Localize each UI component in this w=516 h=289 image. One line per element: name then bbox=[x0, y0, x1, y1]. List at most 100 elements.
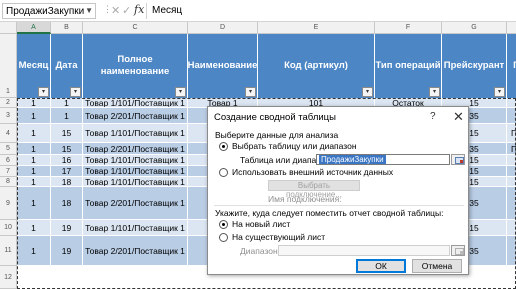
row-header[interactable]: 7 bbox=[0, 166, 17, 177]
row-header[interactable]: 6 bbox=[0, 155, 17, 166]
table-cell[interactable] bbox=[507, 155, 516, 166]
radio-external-source[interactable] bbox=[219, 168, 228, 177]
ok-button[interactable]: ОК bbox=[356, 259, 406, 273]
table-cell[interactable]: 1 bbox=[17, 236, 51, 266]
table-cell[interactable]: 1 bbox=[17, 220, 51, 236]
table-cell[interactable] bbox=[507, 108, 516, 124]
table-header-cell[interactable]: П bbox=[507, 34, 516, 98]
table-cell[interactable]: 1 bbox=[17, 155, 51, 166]
table-cell[interactable]: Товар 1/101/Поставщик 1 bbox=[83, 177, 188, 187]
insert-function-icon[interactable]: fx bbox=[134, 3, 144, 16]
filter-dropdown-icon[interactable]: ▾ bbox=[245, 87, 256, 97]
column-header-c[interactable]: C bbox=[83, 22, 188, 34]
filter-dropdown-icon[interactable]: ▾ bbox=[494, 87, 505, 97]
table-cell[interactable]: Товар 1/101/Поставщик 1 bbox=[83, 166, 188, 177]
row-header[interactable]: 3 bbox=[0, 108, 17, 124]
formula-input[interactable]: Месяц bbox=[146, 3, 516, 19]
table-header-cell[interactable]: Код (артикул) bbox=[258, 34, 375, 98]
table-cell[interactable] bbox=[507, 187, 516, 220]
row-header[interactable]: 1 bbox=[0, 34, 17, 98]
table-cell[interactable]: 16 bbox=[51, 155, 83, 166]
formula-bar: ПродажиЗакупки ▼ ⋮ ✕ ✓ fx Месяц bbox=[0, 0, 516, 22]
choose-connection-button[interactable]: Выбрать подключение... bbox=[268, 180, 360, 199]
table-cell[interactable]: 19 bbox=[51, 236, 83, 266]
row-header[interactable]: 5 bbox=[0, 143, 17, 155]
name-box-value: ПродажиЗакупки bbox=[6, 6, 85, 17]
table-cell[interactable]: 19 bbox=[51, 220, 83, 236]
column-header-b[interactable]: B bbox=[51, 22, 83, 34]
help-icon[interactable]: ? bbox=[430, 111, 436, 122]
table-cell[interactable]: 1 bbox=[17, 108, 51, 124]
table-cell[interactable]: Товар 2/201/Поставщик 1 bbox=[83, 108, 188, 124]
cancel-icon[interactable]: ✕ bbox=[111, 4, 120, 17]
row-header[interactable]: 2 bbox=[0, 98, 17, 108]
dialog-separator bbox=[214, 205, 464, 206]
row-header[interactable]: 11 bbox=[0, 236, 17, 266]
row-header[interactable]: 10 bbox=[0, 220, 17, 236]
option-new-sheet-label: На новый лист bbox=[232, 219, 291, 229]
location-range-input[interactable] bbox=[278, 245, 450, 256]
radio-existing-sheet[interactable] bbox=[219, 233, 228, 242]
dialog-title: Создание сводной таблицы bbox=[214, 112, 336, 123]
close-icon[interactable]: ✕ bbox=[453, 109, 464, 125]
table-header-cell[interactable]: Полное наименование bbox=[83, 34, 188, 98]
row-header[interactable]: 8 bbox=[0, 177, 17, 187]
table-cell[interactable]: 1 bbox=[17, 143, 51, 155]
column-header-d[interactable]: D bbox=[188, 22, 258, 34]
filter-dropdown-icon[interactable]: ▾ bbox=[175, 87, 186, 97]
table-cell[interactable]: П bbox=[507, 124, 516, 143]
table-cell[interactable]: 17 bbox=[51, 166, 83, 177]
column-header-next[interactable] bbox=[507, 22, 516, 34]
table-cell[interactable]: П bbox=[507, 143, 516, 155]
column-header-f[interactable]: F bbox=[375, 22, 442, 34]
option-existing-sheet-label: На существующий лист bbox=[232, 232, 326, 242]
row-header[interactable]: 4 bbox=[0, 124, 17, 143]
place-report-label: Укажите, куда следует поместить отчет св… bbox=[215, 208, 444, 218]
table-cell[interactable] bbox=[507, 98, 516, 108]
select-all-corner[interactable] bbox=[0, 22, 17, 34]
table-cell[interactable]: 1 bbox=[51, 108, 83, 124]
column-header-a[interactable]: A bbox=[17, 22, 51, 34]
table-range-value: ПродажиЗакупки bbox=[319, 155, 386, 164]
table-cell[interactable]: 15 bbox=[51, 124, 83, 143]
collapse-dialog-icon[interactable] bbox=[451, 154, 465, 165]
column-header-e[interactable]: E bbox=[258, 22, 375, 34]
table-cell[interactable]: Товар 2/201/Поставщик 1 bbox=[83, 187, 188, 220]
table-cell[interactable] bbox=[507, 166, 516, 177]
filter-dropdown-icon[interactable]: ▾ bbox=[70, 87, 81, 97]
table-cell[interactable]: 18 bbox=[51, 177, 83, 187]
table-cell[interactable]: 1 bbox=[17, 98, 51, 108]
radio-new-sheet[interactable] bbox=[219, 220, 228, 229]
table-cell[interactable]: 1 bbox=[17, 177, 51, 187]
range-label: Диапазон: bbox=[240, 246, 281, 256]
filter-dropdown-icon[interactable]: ▾ bbox=[362, 87, 373, 97]
collapse-dialog-icon[interactable] bbox=[451, 245, 465, 256]
table-cell[interactable]: 15 bbox=[51, 143, 83, 155]
row-header[interactable]: 12 bbox=[0, 266, 17, 289]
filter-dropdown-icon[interactable]: ▾ bbox=[38, 87, 49, 97]
table-cell[interactable]: Товар 1/101/Поставщик 1 bbox=[83, 124, 188, 143]
check-icon[interactable]: ✓ bbox=[122, 4, 131, 17]
table-cell[interactable]: Товар 2/201/Поставщик 1 bbox=[83, 236, 188, 266]
table-cell[interactable]: 1 bbox=[17, 187, 51, 220]
table-cell[interactable] bbox=[507, 220, 516, 236]
name-box[interactable]: ПродажиЗакупки ▼ bbox=[2, 3, 96, 19]
table-cell[interactable]: 1 bbox=[51, 98, 83, 108]
filter-dropdown-icon[interactable]: ▾ bbox=[429, 87, 440, 97]
table-cell[interactable]: Товар 2/201/Поставщик 1 bbox=[83, 143, 188, 155]
cancel-button[interactable]: Отмена bbox=[412, 259, 462, 273]
table-cell[interactable]: 1 bbox=[17, 166, 51, 177]
table-cell[interactable]: Товар 1/101/Поставщик 1 bbox=[83, 98, 188, 108]
table-cell[interactable]: Товар 1/101/Поставщик 1 bbox=[83, 155, 188, 166]
table-cell[interactable]: 18 bbox=[51, 187, 83, 220]
table-cell[interactable]: Товар 1/101/Поставщик 1 bbox=[83, 220, 188, 236]
column-header-g[interactable]: G bbox=[442, 22, 507, 34]
row-header[interactable]: 9 bbox=[0, 187, 17, 220]
table-range-input[interactable]: ПродажиЗакупки bbox=[316, 154, 450, 165]
chevron-down-icon[interactable]: ▼ bbox=[85, 5, 93, 16]
table-cell[interactable] bbox=[507, 236, 516, 266]
radio-select-table[interactable] bbox=[219, 142, 228, 151]
table-cell[interactable] bbox=[507, 177, 516, 187]
table-cell[interactable]: 1 bbox=[17, 124, 51, 143]
choose-data-label: Выберите данные для анализа bbox=[215, 130, 339, 140]
